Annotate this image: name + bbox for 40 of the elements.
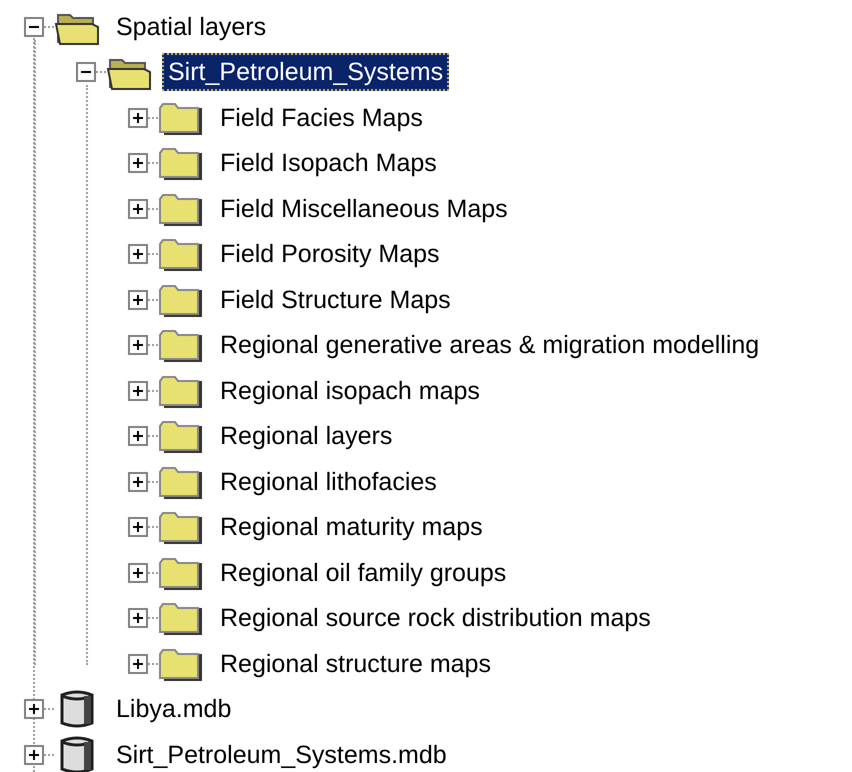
expand-icon[interactable] <box>128 426 148 446</box>
expand-icon[interactable] <box>128 472 148 492</box>
tree-item[interactable]: Field Isopach Maps <box>214 144 443 182</box>
tree-item[interactable]: Regional layers <box>214 417 398 456</box>
tree-item[interactable]: Regional generative areas & migration modelling <box>214 326 766 364</box>
collapse-icon[interactable] <box>76 62 96 82</box>
expand-icon[interactable] <box>128 108 148 128</box>
tree-item[interactable]: Regional structure maps <box>214 644 497 683</box>
expand-icon[interactable] <box>128 290 148 310</box>
tree-item[interactable]: Spatial layers <box>110 8 272 46</box>
folder-icon <box>158 600 204 636</box>
tree-item[interactable]: Regional lithofacies <box>214 462 443 501</box>
tree-item[interactable]: Regional maturity maps <box>214 508 489 546</box>
tree-item[interactable]: Sirt_Petroleum_Systems.mdb <box>110 736 453 772</box>
folder-icon <box>158 418 204 454</box>
expand-icon[interactable] <box>128 517 148 538</box>
tree-item[interactable]: Regional isopach maps <box>214 372 486 410</box>
folder-icon <box>158 509 204 546</box>
folder-icon <box>158 236 204 272</box>
expand-icon[interactable] <box>128 198 148 219</box>
tree-item[interactable]: Field Structure Maps <box>214 280 457 319</box>
folder-icon <box>158 327 204 364</box>
expand-icon[interactable] <box>24 744 44 765</box>
collapse-icon[interactable] <box>24 16 44 37</box>
expand-icon[interactable] <box>128 608 148 628</box>
tree-item[interactable]: Sirt_Petroleum_Systems <box>162 53 450 92</box>
tree-item[interactable]: Libya.mdb <box>110 690 238 728</box>
expand-icon[interactable] <box>24 699 44 720</box>
expand-icon[interactable] <box>128 654 148 674</box>
tree-item[interactable]: Regional source rock distribution maps <box>214 599 657 638</box>
expand-icon[interactable] <box>128 244 148 264</box>
expand-icon[interactable] <box>128 562 148 583</box>
tree-item[interactable]: Field Porosity Maps <box>214 235 446 274</box>
expand-icon[interactable] <box>128 153 148 174</box>
expand-icon[interactable] <box>128 380 148 401</box>
tree-item[interactable]: Field Facies Maps <box>214 98 429 137</box>
tree-item[interactable]: Field Miscellaneous Maps <box>214 190 514 228</box>
folder-icon <box>158 145 204 182</box>
tree-item[interactable]: Regional oil family groups <box>214 554 512 592</box>
expand-icon[interactable] <box>128 335 148 356</box>
